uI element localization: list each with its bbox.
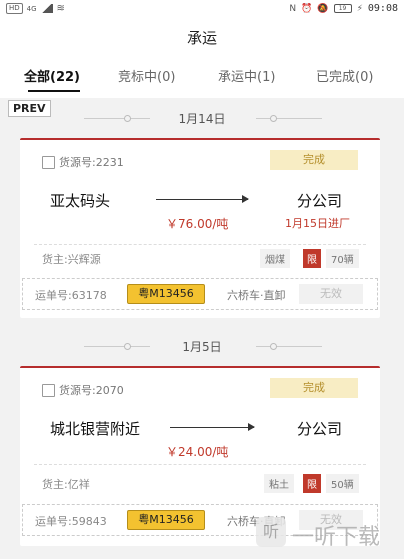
cargo-owner: 货主:亿祥: [42, 478, 90, 491]
status-badge: 完成: [270, 378, 358, 398]
route-arrow-icon: [170, 423, 255, 431]
card-divider: [34, 464, 366, 465]
vehicle-type: 六桥车·直卸: [227, 289, 286, 302]
separator-line-right: [256, 346, 322, 347]
nfc-icon: N: [289, 3, 297, 14]
source-number-text: 货源号:2070: [59, 384, 124, 397]
goods-tag: 粘土: [264, 474, 294, 493]
vehicle-count: 50辆: [326, 474, 359, 493]
plate-number: 粤M13456: [127, 510, 205, 530]
waybill-number: 运单号:59843: [35, 515, 107, 528]
watermark: 听 一听下载: [256, 513, 396, 553]
separator-line-right: [256, 118, 322, 119]
charging-icon: ⚡: [356, 3, 363, 14]
route-arrow-icon: [156, 195, 249, 203]
date-separator: 1月14日: [0, 106, 404, 130]
hd-indicator: HD: [6, 3, 23, 14]
date-label: 1月5日: [182, 340, 222, 354]
page-title: 承运: [186, 29, 217, 47]
network-type: 4G: [26, 4, 37, 13]
destination: 分公司: [296, 420, 342, 438]
watermark-text: 一听下载: [292, 525, 381, 550]
status-bar: HD 4G ≋ N ⏰ 🔕 19 ⚡ 09:08: [0, 0, 404, 18]
source-number: 货源号:2070: [42, 382, 124, 398]
date-separator: 1月5日: [0, 334, 404, 358]
date-label: 1月14日: [178, 112, 226, 126]
active-tab-indicator: [28, 90, 80, 92]
separator-dot-right: [270, 343, 277, 350]
invalid-button[interactable]: 无效: [299, 284, 363, 304]
clock: 09:08: [367, 3, 398, 14]
arrival-date: 1月15日进厂: [285, 217, 350, 230]
battery-icon: 19: [333, 4, 352, 13]
separator-dot-right: [270, 115, 277, 122]
tab-completed[interactable]: 已完成(0): [316, 66, 373, 85]
limit-badge: 限: [303, 249, 321, 268]
plate-number: 粤M13456: [127, 284, 205, 304]
source-number-text: 货源号:2231: [59, 156, 124, 169]
origin: 城北银营附近: [50, 420, 141, 438]
filter-tabs: 全部(22) 竞标中(0) 承运中(1) 已完成(0): [0, 58, 404, 98]
tab-bidding[interactable]: 竞标中(0): [118, 66, 175, 85]
freight-price: ￥76.00/吨: [166, 217, 229, 231]
mute-icon: 🔕: [317, 3, 329, 14]
limit-badge: 限: [303, 474, 321, 493]
source-number: 货源号:2231: [42, 154, 124, 170]
page-header: 承运: [0, 18, 404, 58]
tab-all[interactable]: 全部(22): [24, 66, 80, 85]
package-icon: [42, 383, 55, 397]
wifi-icon: ≋: [56, 3, 65, 14]
goods-tag: 烟煤: [260, 249, 290, 268]
signal-icon: [40, 4, 53, 13]
package-icon: [42, 155, 55, 169]
cargo-owner: 货主:兴辉源: [42, 253, 101, 266]
freight-price: ￥24.00/吨: [166, 445, 229, 459]
status-badge: 完成: [270, 150, 358, 170]
origin: 亚太码头: [50, 192, 111, 210]
watermark-logo-icon: 听: [256, 517, 286, 547]
card-divider: [34, 244, 366, 245]
destination: 分公司: [296, 192, 342, 210]
vehicle-count: 70辆: [326, 249, 359, 268]
shipment-card[interactable]: 货源号:2231 完成 亚太码头 分公司 ￥76.00/吨 1月15日进厂 货主…: [20, 138, 380, 318]
waybill-row: 运单号:63178 粤M13456 六桥车·直卸 无效: [22, 278, 378, 310]
waybill-number: 运单号:63178: [35, 289, 107, 302]
tab-in-transit[interactable]: 承运中(1): [218, 66, 275, 85]
alarm-icon: ⏰: [301, 3, 313, 14]
